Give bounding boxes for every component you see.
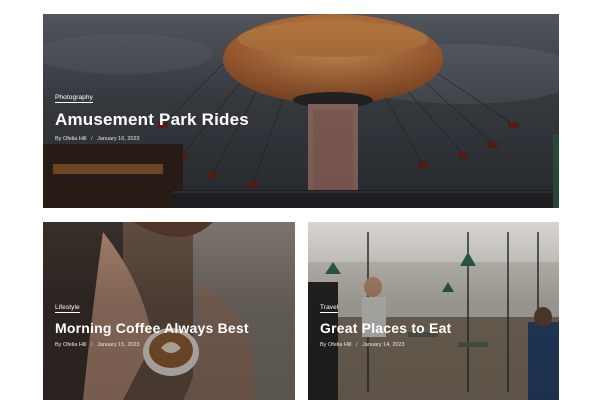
post-date[interactable]: January 15, 2023 xyxy=(97,342,140,348)
post-title[interactable]: Amusement Park Rides xyxy=(55,110,547,130)
post-meta: By Ofelia Hill / January 15, 2023 xyxy=(55,342,283,348)
post-card-places[interactable]: Travel Great Places to Eat By Ofelia Hil… xyxy=(308,222,559,400)
post-author[interactable]: By Ofelia Hill xyxy=(320,342,351,348)
category-link[interactable]: Photography xyxy=(55,94,93,103)
post-title[interactable]: Great Places to Eat xyxy=(320,320,547,336)
post-meta: By Ofelia Hill / January 14, 2023 xyxy=(320,342,547,348)
meta-separator: / xyxy=(356,342,358,348)
post-meta: By Ofelia Hill / January 16, 2023 xyxy=(55,136,547,142)
post-author[interactable]: By Ofelia Hill xyxy=(55,136,86,142)
post-title[interactable]: Morning Coffee Always Best xyxy=(55,320,283,336)
meta-separator: / xyxy=(91,342,93,348)
featured-post-card[interactable]: Photography Amusement Park Rides By Ofel… xyxy=(43,14,559,208)
meta-separator: / xyxy=(91,136,93,142)
category-link[interactable]: Travel xyxy=(320,304,339,313)
category-link[interactable]: Lifestyle xyxy=(55,304,80,313)
post-author[interactable]: By Ofelia Hill xyxy=(55,342,86,348)
post-card-coffee[interactable]: Lifestyle Morning Coffee Always Best By … xyxy=(43,222,295,400)
post-date[interactable]: January 16, 2023 xyxy=(97,136,140,142)
post-date[interactable]: January 14, 2023 xyxy=(362,342,405,348)
